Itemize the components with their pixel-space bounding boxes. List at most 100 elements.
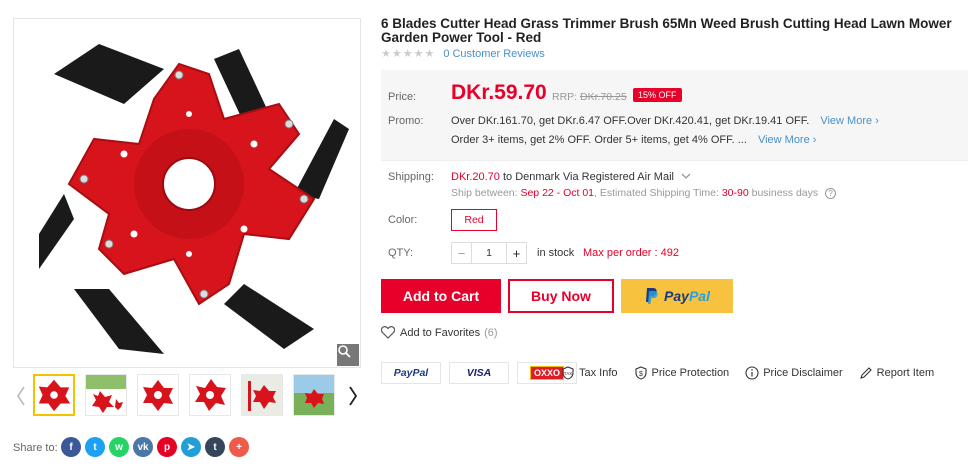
view-more-link-1[interactable]: View More › [820, 115, 879, 127]
magnifier-icon [338, 345, 351, 358]
help-icon[interactable]: ? [825, 187, 837, 199]
carousel-next-button[interactable] [345, 382, 361, 410]
telegram-icon[interactable]: ➤ [181, 437, 201, 457]
carousel-prev-button[interactable] [13, 382, 29, 410]
paypal-p-icon [646, 288, 658, 304]
discount-badge: 15% OFF [633, 88, 682, 102]
promo-label: Promo: [388, 115, 424, 127]
heart-icon [381, 326, 395, 339]
whatsapp-icon[interactable]: w [109, 437, 129, 457]
paypal-button[interactable]: PayPal [621, 279, 733, 313]
rating-row: ★★★★★ 0 Customer Reviews [381, 47, 545, 61]
tumblr-icon[interactable]: t [205, 437, 225, 457]
thumbnail-6[interactable] [293, 374, 335, 416]
add-to-favorites[interactable]: Add to Favorites (6) [381, 326, 498, 339]
price-disclaimer-label: Price Disclaimer [763, 367, 843, 379]
cutter-head-illustration [39, 44, 349, 354]
visa-logo: VISA [449, 362, 509, 384]
buy-now-button[interactable]: Buy Now [508, 279, 614, 313]
divider [381, 160, 968, 161]
thumbnail-image [294, 375, 334, 415]
rrp-label: RRP: [552, 91, 578, 103]
customer-reviews-link[interactable]: 0 Customer Reviews [443, 48, 544, 60]
stock-status: in stock [537, 247, 575, 259]
rrp-value: DKr.70.25 [580, 91, 627, 103]
thumbnail-image [38, 379, 71, 412]
price-protection-label: Price Protection [651, 367, 730, 379]
shipping-estimate: Ship between: Sep 22 - Oct 01, Estimated… [451, 187, 837, 199]
main-product-image[interactable] [13, 18, 361, 368]
vk-icon[interactable]: vk [133, 437, 153, 457]
pinterest-icon[interactable]: p [157, 437, 177, 457]
view-more-label: View More [820, 115, 873, 127]
more-share-icon[interactable]: + [229, 437, 249, 457]
ship-time-label: , Estimated Shipping Time: [594, 187, 722, 199]
price-disclaimer-link[interactable]: Price Disclaimer [745, 366, 843, 380]
shield-dollar-icon: $ [634, 366, 647, 380]
paypal-pay-text: Pay [664, 288, 689, 304]
thumbnail-image [195, 379, 226, 411]
shipping-cost: DKr.20.70 [451, 171, 500, 183]
color-option-red[interactable]: Red [451, 209, 497, 231]
thumbnail-3[interactable] [137, 374, 179, 416]
thumbnail-4[interactable] [189, 374, 231, 416]
twitter-icon[interactable]: t [85, 437, 105, 457]
info-icon [745, 366, 759, 380]
promo-line-2: Order 3+ items, get 2% OFF. Order 5+ ite… [451, 134, 816, 146]
facebook-icon[interactable]: f [61, 437, 81, 457]
visa-logo-text: VISA [466, 367, 492, 379]
current-price: DKr.59.70 [451, 81, 547, 104]
quantity-stepper: − + [451, 242, 527, 264]
shipping-destination: to Denmark Via Registered Air Mail [499, 171, 674, 183]
chevron-left-icon [17, 386, 25, 406]
shipping-selector[interactable]: DKr.20.70 to Denmark Via Registered Air … [451, 171, 691, 183]
tax-icon: TAX [562, 366, 574, 380]
ship-time-unit: business days [748, 187, 819, 199]
payment-logos: PayPal VISA OXXO [381, 362, 577, 384]
tax-info-link[interactable]: TAX Tax Info [561, 366, 618, 380]
qty-label: QTY: [388, 247, 414, 259]
oxxo-logo-text: OXXO [529, 366, 564, 380]
share-label: Share to: [13, 442, 58, 454]
share-icons: f t w vk p ➤ t + [61, 437, 249, 457]
paypal-pal-text: Pal [688, 288, 710, 304]
ship-between-dates: Sep 22 - Oct 01 [520, 187, 595, 199]
svg-text:TAX: TAX [564, 371, 572, 376]
tax-info-label: Tax Info [579, 367, 618, 379]
thumbnail-1[interactable] [33, 374, 75, 416]
max-per-order: Max per order : 492 [583, 247, 679, 259]
rrp: RRP: DKr.70.25 [552, 91, 627, 103]
chevron-down-icon [681, 173, 691, 179]
thumbnail-image [86, 375, 126, 413]
price-panel: Price: DKr.59.70 RRP: DKr.70.25 15% OFF … [381, 70, 968, 160]
ship-time-range: 30-90 [721, 187, 749, 199]
view-more-link-2[interactable]: View More › [758, 134, 817, 146]
info-links: TAX Tax Info $ Price Protection Price Di… [561, 366, 950, 380]
price-protection-link[interactable]: $ Price Protection [634, 366, 730, 380]
promo-text-2: Order 3+ items, get 2% OFF. Order 5+ ite… [451, 134, 747, 146]
ship-between-label: Ship between: [451, 187, 521, 199]
rating-stars-icon: ★★★★★ [381, 48, 436, 60]
paypal-logo-text: PayPal [393, 367, 429, 379]
promo-line-1: Over DKr.161.70, get DKr.6.47 OFF.Over D… [451, 115, 879, 127]
add-to-cart-button[interactable]: Add to Cart [381, 279, 501, 313]
view-more-label: View More [757, 134, 810, 146]
qty-input[interactable] [472, 242, 506, 264]
thumbnail-2[interactable] [85, 374, 127, 416]
report-item-link[interactable]: Report Item [859, 366, 934, 380]
product-title: 6 Blades Cutter Head Grass Trimmer Brush… [381, 16, 952, 45]
svg-text:$: $ [639, 371, 643, 378]
thumbnail-image [143, 380, 173, 411]
color-label: Color: [388, 214, 418, 226]
thumbnail-image [242, 375, 282, 415]
thumbnail-carousel [13, 374, 361, 418]
paypal-logo: PayPal [381, 362, 441, 384]
price-label: Price: [388, 91, 417, 103]
favorites-label: Add to Favorites [400, 326, 481, 339]
paypal-wordmark: PayPal [664, 288, 710, 304]
qty-decrease-button[interactable]: − [451, 242, 472, 264]
chevron-right-icon: › [875, 115, 879, 127]
thumbnail-5[interactable] [241, 374, 283, 416]
zoom-button[interactable] [337, 344, 359, 366]
qty-increase-button[interactable]: + [506, 242, 527, 264]
